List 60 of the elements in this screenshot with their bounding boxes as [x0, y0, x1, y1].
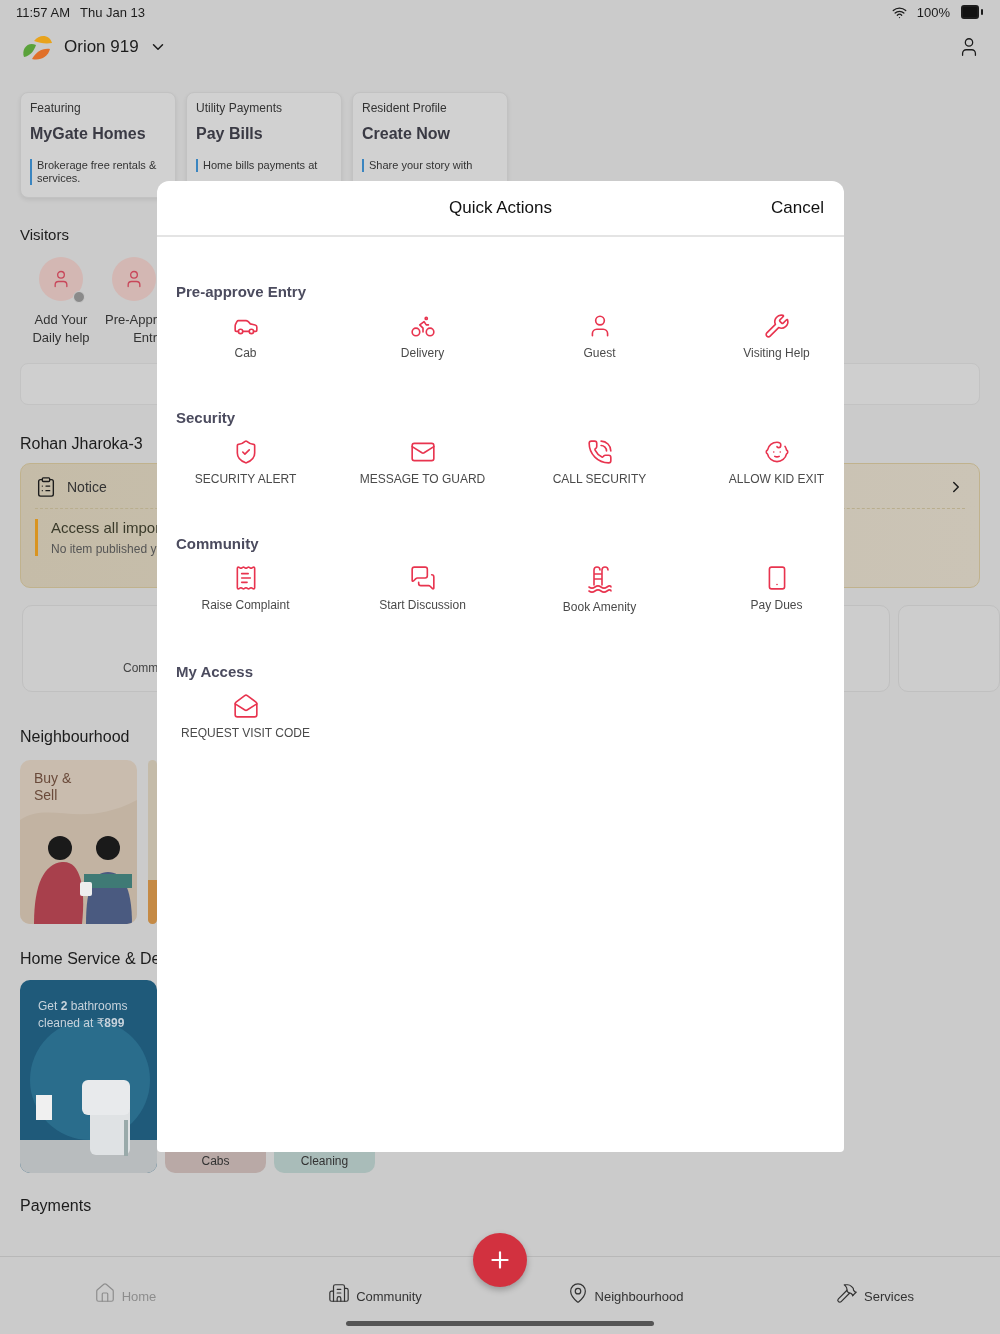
quick-action[interactable]: Visiting Help — [688, 313, 865, 360]
status-date: Thu Jan 13 — [79, 4, 145, 20]
quick-action[interactable]: Guest — [511, 313, 688, 360]
card-title: MyGate Homes — [30, 125, 147, 143]
shortcut-label: Comm — [123, 661, 159, 675]
cancel-button[interactable]: Cancel — [771, 198, 824, 218]
card-description: Share your story with — [362, 159, 498, 172]
visitor-label: Entr — [133, 329, 157, 347]
baby-icon — [763, 439, 790, 465]
card-eyebrow: Resident Profile — [362, 101, 448, 115]
quick-action[interactable]: Pay Dues — [688, 565, 865, 614]
card-eyebrow: Featuring — [30, 101, 82, 115]
open-envelope-icon — [232, 693, 259, 719]
card-title: Pay Bills — [196, 125, 264, 143]
card-title: Buy & Sell — [34, 770, 73, 804]
visitor-label: Daily help — [32, 329, 90, 347]
nav-tab[interactable]: Neighbourhood — [500, 1257, 750, 1334]
quick-action[interactable]: Delivery — [334, 313, 511, 360]
home-icon — [93, 1282, 116, 1304]
notice-subtext: No item published y — [51, 542, 157, 556]
section-heading: Community — [175, 535, 260, 552]
section-heading: Pre-approve Entry — [175, 283, 308, 300]
nav-tab[interactable]: Community — [250, 1257, 500, 1334]
battery-level: 100% — [916, 4, 950, 20]
quick-action[interactable]: Cab — [157, 313, 334, 360]
add-badge — [73, 291, 85, 303]
quick-action[interactable]: Book Amenity — [511, 565, 688, 614]
section-heading: Security — [175, 409, 237, 426]
visitor-label: Pre-Appr — [104, 311, 157, 329]
society-name[interactable]: Orion 919 — [64, 37, 139, 57]
section-title: Visitors — [20, 226, 69, 243]
section-heading: My Access — [175, 663, 254, 680]
flat-title: Rohan Jharoka-3 — [20, 435, 143, 452]
notice-label: Notice — [67, 479, 107, 495]
quick-action[interactable]: Raise Complaint — [157, 565, 334, 614]
section-title: Neighbourhood — [20, 728, 130, 745]
pool-ladder-icon — [586, 565, 613, 593]
promo-text: Get 2 bathrooms cleaned at ₹899 — [38, 998, 129, 1032]
wifi-icon — [891, 4, 907, 20]
sheet-title: Quick Actions — [449, 198, 552, 218]
phone-icon — [586, 439, 613, 465]
quick-action[interactable]: ALLOW KID EXIT — [688, 439, 865, 486]
quick-action[interactable]: SECURITY ALERT — [157, 439, 334, 486]
quick-action[interactable]: MESSAGE TO GUARD — [334, 439, 511, 486]
quick-action[interactable]: Start Discussion — [334, 565, 511, 614]
section-title: Payments — [20, 1197, 92, 1214]
nav-tab[interactable]: Services — [750, 1257, 1000, 1334]
card-description: Home bills payments at — [196, 159, 332, 172]
visitor-label: Add Your — [34, 311, 88, 329]
quick-action[interactable]: CALL SECURITY — [511, 439, 688, 486]
building-icon — [328, 1282, 351, 1304]
clipboard-icon — [35, 476, 57, 498]
status-time: 11:57 AM — [16, 4, 70, 20]
promo-card[interactable]: Featuring MyGate Homes Brokerage free rentals & services. — [20, 92, 176, 198]
quick-action[interactable]: REQUEST VISIT CODE — [157, 693, 334, 740]
chat-icon — [409, 565, 436, 591]
card-title: Create Now — [362, 125, 452, 143]
add-button[interactable] — [473, 1233, 527, 1287]
card-eyebrow: Utility Payments — [196, 101, 284, 115]
logo-icon — [20, 33, 54, 61]
